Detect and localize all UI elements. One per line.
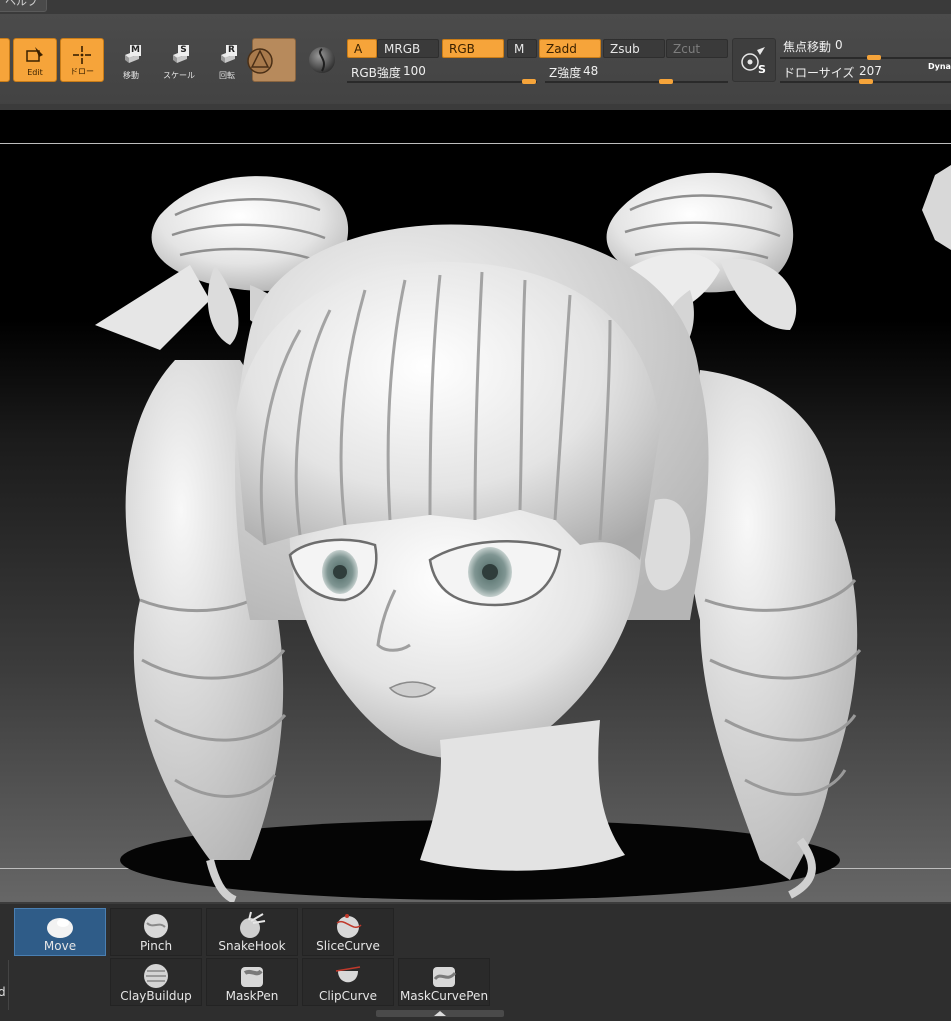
focal-shift-knob[interactable] — [867, 55, 881, 60]
rgb-intensity-track — [347, 81, 537, 83]
focal-shift-track — [780, 57, 951, 59]
draw-button-label: ドロー — [70, 67, 94, 76]
brush-pinch[interactable]: Pinch — [110, 908, 202, 956]
m-toggle[interactable]: M — [507, 39, 537, 58]
clipcurve-brush-icon — [335, 966, 361, 983]
scale-button[interactable]: S スケール — [162, 44, 196, 84]
brush-pinch-label: Pinch — [139, 939, 173, 953]
brush-partial-label: d — [0, 985, 6, 999]
move-button-label: 移動 — [123, 71, 139, 80]
claybuildup-brush-icon — [144, 964, 168, 988]
rgb-toggle[interactable]: RGB — [442, 39, 504, 58]
material-sphere-icon — [247, 48, 273, 74]
move-brush-icon — [47, 918, 73, 938]
menu-bar — [0, 0, 951, 14]
z-intensity-track — [545, 81, 728, 83]
move-button[interactable]: M 移動 — [114, 44, 148, 84]
pinch-brush-icon — [144, 914, 168, 938]
menu-help[interactable]: ヘルプ — [0, 0, 47, 12]
s-key-badge: S — [758, 63, 766, 76]
brush-maskcurvepen[interactable]: MaskCurvePen — [398, 958, 490, 1006]
maskpen-brush-icon — [241, 967, 263, 987]
secondary-model-fragment — [922, 165, 951, 250]
z-intensity-value: 48 — [583, 64, 599, 78]
partial-button[interactable] — [0, 38, 10, 82]
brush-maskpen-label: MaskPen — [225, 989, 279, 1003]
draw-button[interactable]: ドロー — [60, 38, 104, 82]
texture-button[interactable] — [302, 38, 342, 82]
material-button[interactable] — [247, 38, 296, 82]
z-intensity-knob[interactable] — [659, 79, 673, 84]
brush-claybuildup-label: ClayBuildup — [120, 989, 192, 1003]
zcut-toggle[interactable]: Zcut — [666, 39, 728, 58]
focal-shift-slider[interactable]: 焦点移動 0 — [780, 38, 951, 62]
draw-size-value: 207 — [859, 64, 882, 78]
mrgb-toggle[interactable]: MRGB — [377, 39, 439, 58]
brush-move-label: Move — [43, 939, 77, 953]
brush-slicecurve-label: SliceCurve — [316, 939, 380, 953]
z-intensity-slider[interactable]: Z強度 48 — [545, 62, 728, 86]
brush-snakehook-label: SnakeHook — [218, 939, 286, 953]
edit-button[interactable]: Edit — [13, 38, 57, 82]
brush-snakehook[interactable]: SnakeHook — [206, 908, 298, 956]
sculpt-model-head[interactable] — [0, 110, 951, 902]
brush-slicecurve[interactable]: SliceCurve — [302, 908, 394, 956]
rotate-key-badge: R — [226, 45, 237, 56]
neck — [420, 720, 625, 871]
maskcurvepen-brush-icon — [433, 967, 457, 987]
draw-size-label: ドローサイズ — [783, 66, 855, 80]
brush-clipcurve-label: ClipCurve — [318, 989, 378, 1003]
right-drill-curl — [688, 370, 862, 899]
hair-bangs — [235, 261, 660, 560]
move-key-badge: M — [130, 45, 141, 56]
draw-crosshair-icon — [73, 46, 91, 64]
draw-size-slider[interactable]: ドローサイズ 207 — [780, 62, 951, 86]
dynamic-toggle[interactable]: Dyna — [928, 62, 951, 71]
zsub-toggle[interactable]: Zsub — [603, 39, 665, 58]
focal-shift-label: 焦点移動 — [783, 40, 832, 54]
zadd-toggle[interactable]: Zadd — [539, 39, 601, 58]
rgb-intensity-value: 100 — [403, 64, 426, 78]
z-intensity-label: Z強度 — [549, 66, 582, 80]
scale-button-label: スケール — [163, 71, 195, 80]
lazy-mouse-button[interactable]: S — [732, 38, 776, 82]
rgb-intensity-knob[interactable] — [522, 79, 536, 84]
slicecurve-brush-icon — [336, 914, 362, 938]
a-toggle[interactable]: A — [347, 39, 377, 58]
scale-key-badge: S — [178, 45, 189, 56]
rotate-button[interactable]: R 回転 — [210, 44, 244, 84]
brush-clipcurve[interactable]: ClipCurve — [302, 958, 394, 1006]
rgb-intensity-label: RGB強度 — [351, 66, 401, 80]
brush-maskcurvepen-label: MaskCurvePen — [399, 989, 489, 1003]
draw-size-knob[interactable] — [859, 79, 873, 84]
texture-sphere-icon — [309, 47, 335, 73]
rotate-button-label: 回転 — [219, 71, 235, 80]
edit-button-label: Edit — [27, 68, 43, 77]
rgb-intensity-slider[interactable]: RGB強度 100 — [347, 62, 537, 86]
brush-maskpen[interactable]: MaskPen — [206, 958, 298, 1006]
snakehook-brush-icon — [240, 911, 266, 938]
brush-claybuildup[interactable]: ClayBuildup — [110, 958, 202, 1006]
brush-move[interactable]: Move — [14, 908, 106, 956]
palette-scroll-handle[interactable] — [376, 1010, 504, 1017]
edit-icon — [26, 47, 43, 62]
focal-shift-value: 0 — [835, 38, 843, 52]
top-toolbar: Edit ドロー M 移動 S スケール R 回転 A MRGB RGB M Z… — [0, 14, 951, 111]
chevron-updown-icon — [434, 1011, 446, 1016]
